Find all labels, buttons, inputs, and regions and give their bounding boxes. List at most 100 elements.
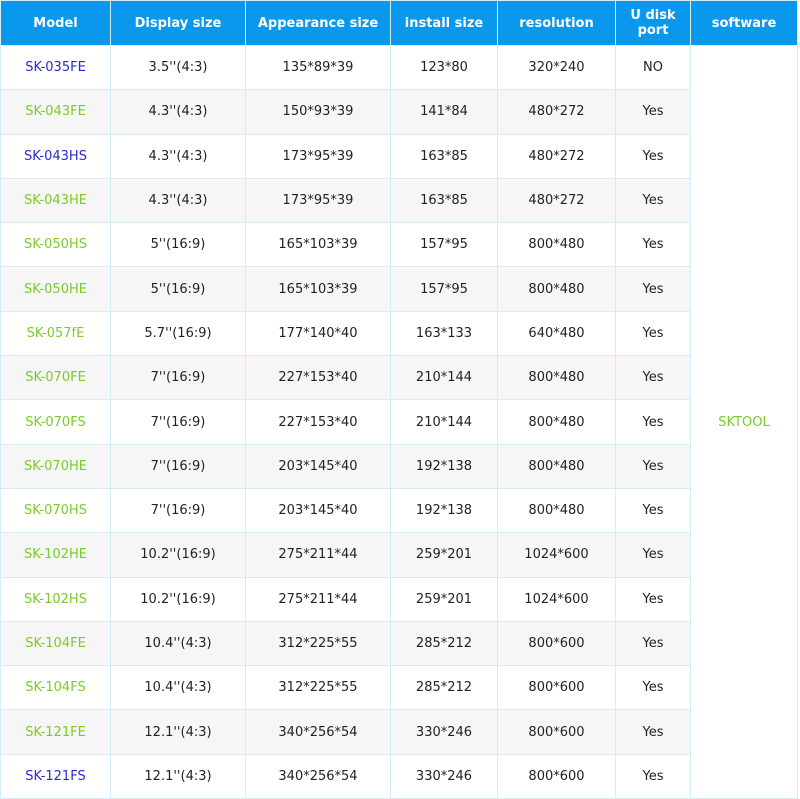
table-row: SK-104FE 10.4''(4:3) 312*225*55 285*212 800*… (0, 620, 798, 667)
cell-appearance-size: 150*93*39 (245, 89, 391, 135)
cell-u-disk-port: Yes (615, 222, 691, 268)
cell-display-size: 7''(16:9) (110, 443, 246, 489)
cell-display-size: 12.1''(4:3) (110, 709, 246, 755)
cell-resolution: 800*480 (497, 355, 616, 401)
cell-display-size: 4.3''(4:3) (110, 133, 246, 179)
cell-resolution: 640*480 (497, 310, 616, 357)
cell-u-disk-port: Yes (615, 443, 691, 489)
cell-appearance-size: 312*225*55 (245, 620, 391, 667)
table-row: SK-121FE 12.1''(4:3) 340*256*54 330*246 800*… (0, 709, 798, 755)
cell-install-size: 141*84 (390, 89, 498, 135)
cell-resolution: 800*600 (497, 665, 616, 711)
cell-model: SK-070FS (0, 399, 111, 445)
cell-resolution: 480*272 (497, 89, 616, 135)
cell-model: SK-102HS (0, 576, 111, 622)
header-display-size: Display size (110, 0, 246, 46)
cell-resolution: 800*480 (497, 399, 616, 445)
cell-appearance-size: 203*145*40 (245, 487, 391, 534)
cell-appearance-size: 165*103*39 (245, 222, 391, 268)
cell-model: SK-050HS (0, 222, 111, 268)
cell-u-disk-port: Yes (615, 310, 691, 357)
cell-display-size: 4.3''(4:3) (110, 89, 246, 135)
cell-install-size: 285*212 (390, 620, 498, 667)
cell-u-disk-port: Yes (615, 709, 691, 755)
cell-install-size: 192*138 (390, 443, 498, 489)
cell-u-disk-port: Yes (615, 576, 691, 622)
cell-model: SK-104FS (0, 665, 111, 711)
cell-model: SK-043HS (0, 133, 111, 179)
cell-appearance-size: 275*211*44 (245, 576, 391, 622)
cell-appearance-size: 203*145*40 (245, 443, 391, 489)
cell-model: SK-102HE (0, 532, 111, 578)
cell-display-size: 4.3''(4:3) (110, 177, 246, 224)
cell-resolution: 1024*600 (497, 576, 616, 622)
cell-resolution: 1024*600 (497, 532, 616, 578)
cell-model: SK-043FE (0, 89, 111, 135)
cell-install-size: 123*80 (390, 44, 498, 91)
cell-u-disk-port: Yes (615, 355, 691, 401)
cell-model: SK-050HE (0, 266, 111, 312)
cell-appearance-size: 340*256*54 (245, 709, 391, 755)
cell-u-disk-port: Yes (615, 133, 691, 179)
cell-u-disk-port: Yes (615, 177, 691, 224)
cell-u-disk-port: NO (615, 44, 691, 91)
table-row: SK-070FS 7''(16:9) 227*153*40 210*144 800*48… (0, 399, 798, 445)
table-row: SK-035FE 3.5''(4:3) 135*89*39 123*80 320*240… (0, 44, 798, 799)
product-spec-table: Model Display size Appearance size install … (0, 0, 798, 799)
cell-software: SKTOOL (690, 44, 798, 799)
cell-display-size: 10.2''(16:9) (110, 532, 246, 578)
cell-resolution: 320*240 (497, 44, 616, 91)
cell-install-size: 163*85 (390, 133, 498, 179)
cell-install-size: 330*246 (390, 709, 498, 755)
header-install-size: install size (390, 0, 498, 46)
cell-display-size: 5''(16:9) (110, 222, 246, 268)
cell-install-size: 163*133 (390, 310, 498, 357)
cell-model: SK-121FE (0, 709, 111, 755)
cell-install-size: 259*201 (390, 532, 498, 578)
cell-install-size: 157*95 (390, 266, 498, 312)
table-row: SK-121FS 12.1''(4:3) 340*256*54 330*246 800*… (0, 753, 798, 799)
cell-resolution: 800*480 (497, 487, 616, 534)
cell-u-disk-port: Yes (615, 532, 691, 578)
cell-resolution: 800*480 (497, 443, 616, 489)
cell-model: SK-043HE (0, 177, 111, 224)
cell-display-size: 7''(16:9) (110, 399, 246, 445)
cell-display-size: 7''(16:9) (110, 487, 246, 534)
cell-model: SK-070HS (0, 487, 111, 534)
cell-appearance-size: 177*140*40 (245, 310, 391, 357)
cell-appearance-size: 135*89*39 (245, 44, 391, 91)
cell-install-size: 259*201 (390, 576, 498, 622)
table-row: SK-050HE 5''(16:9) 165*103*39 157*95 800*480… (0, 266, 798, 312)
cell-u-disk-port: Yes (615, 665, 691, 711)
cell-display-size: 5''(16:9) (110, 266, 246, 312)
cell-appearance-size: 227*153*40 (245, 355, 391, 401)
cell-display-size: 5.7''(16:9) (110, 310, 246, 357)
table-row: SK-043HS 4.3''(4:3) 173*95*39 163*85 480*272… (0, 133, 798, 179)
table-row: SK-057fE 5.7''(16:9) 177*140*40 163*133 640*… (0, 310, 798, 357)
cell-model: SK-035FE (0, 44, 111, 91)
table-row: SK-104FS 10.4''(4:3) 312*225*55 285*212 800*… (0, 665, 798, 711)
cell-model: SK-057fE (0, 310, 111, 357)
header-row: Model Display size Appearance size install … (0, 0, 798, 46)
cell-model: SK-070FE (0, 355, 111, 401)
table-row: SK-043FE 4.3''(4:3) 150*93*39 141*84 480*272… (0, 89, 798, 135)
header-appearance-size: Appearance size (245, 0, 391, 46)
cell-appearance-size: 312*225*55 (245, 665, 391, 711)
cell-u-disk-port: Yes (615, 487, 691, 534)
cell-appearance-size: 227*153*40 (245, 399, 391, 445)
cell-resolution: 800*480 (497, 222, 616, 268)
cell-u-disk-port: Yes (615, 399, 691, 445)
table-row: SK-070FE 7''(16:9) 227*153*40 210*144 800*48… (0, 355, 798, 401)
cell-resolution: 800*600 (497, 620, 616, 667)
cell-install-size: 285*212 (390, 665, 498, 711)
cell-display-size: 10.4''(4:3) (110, 620, 246, 667)
cell-u-disk-port: Yes (615, 266, 691, 312)
table-row: SK-070HS 7''(16:9) 203*145*40 192*138 800*48… (0, 487, 798, 534)
table-row: SK-102HE 10.2''(16:9) 275*211*44 259*201 102… (0, 532, 798, 578)
cell-resolution: 800*480 (497, 266, 616, 312)
cell-model: SK-104FE (0, 620, 111, 667)
cell-appearance-size: 165*103*39 (245, 266, 391, 312)
header-u-disk-port: U disk port (615, 0, 691, 46)
cell-appearance-size: 275*211*44 (245, 532, 391, 578)
cell-resolution: 800*600 (497, 753, 616, 799)
